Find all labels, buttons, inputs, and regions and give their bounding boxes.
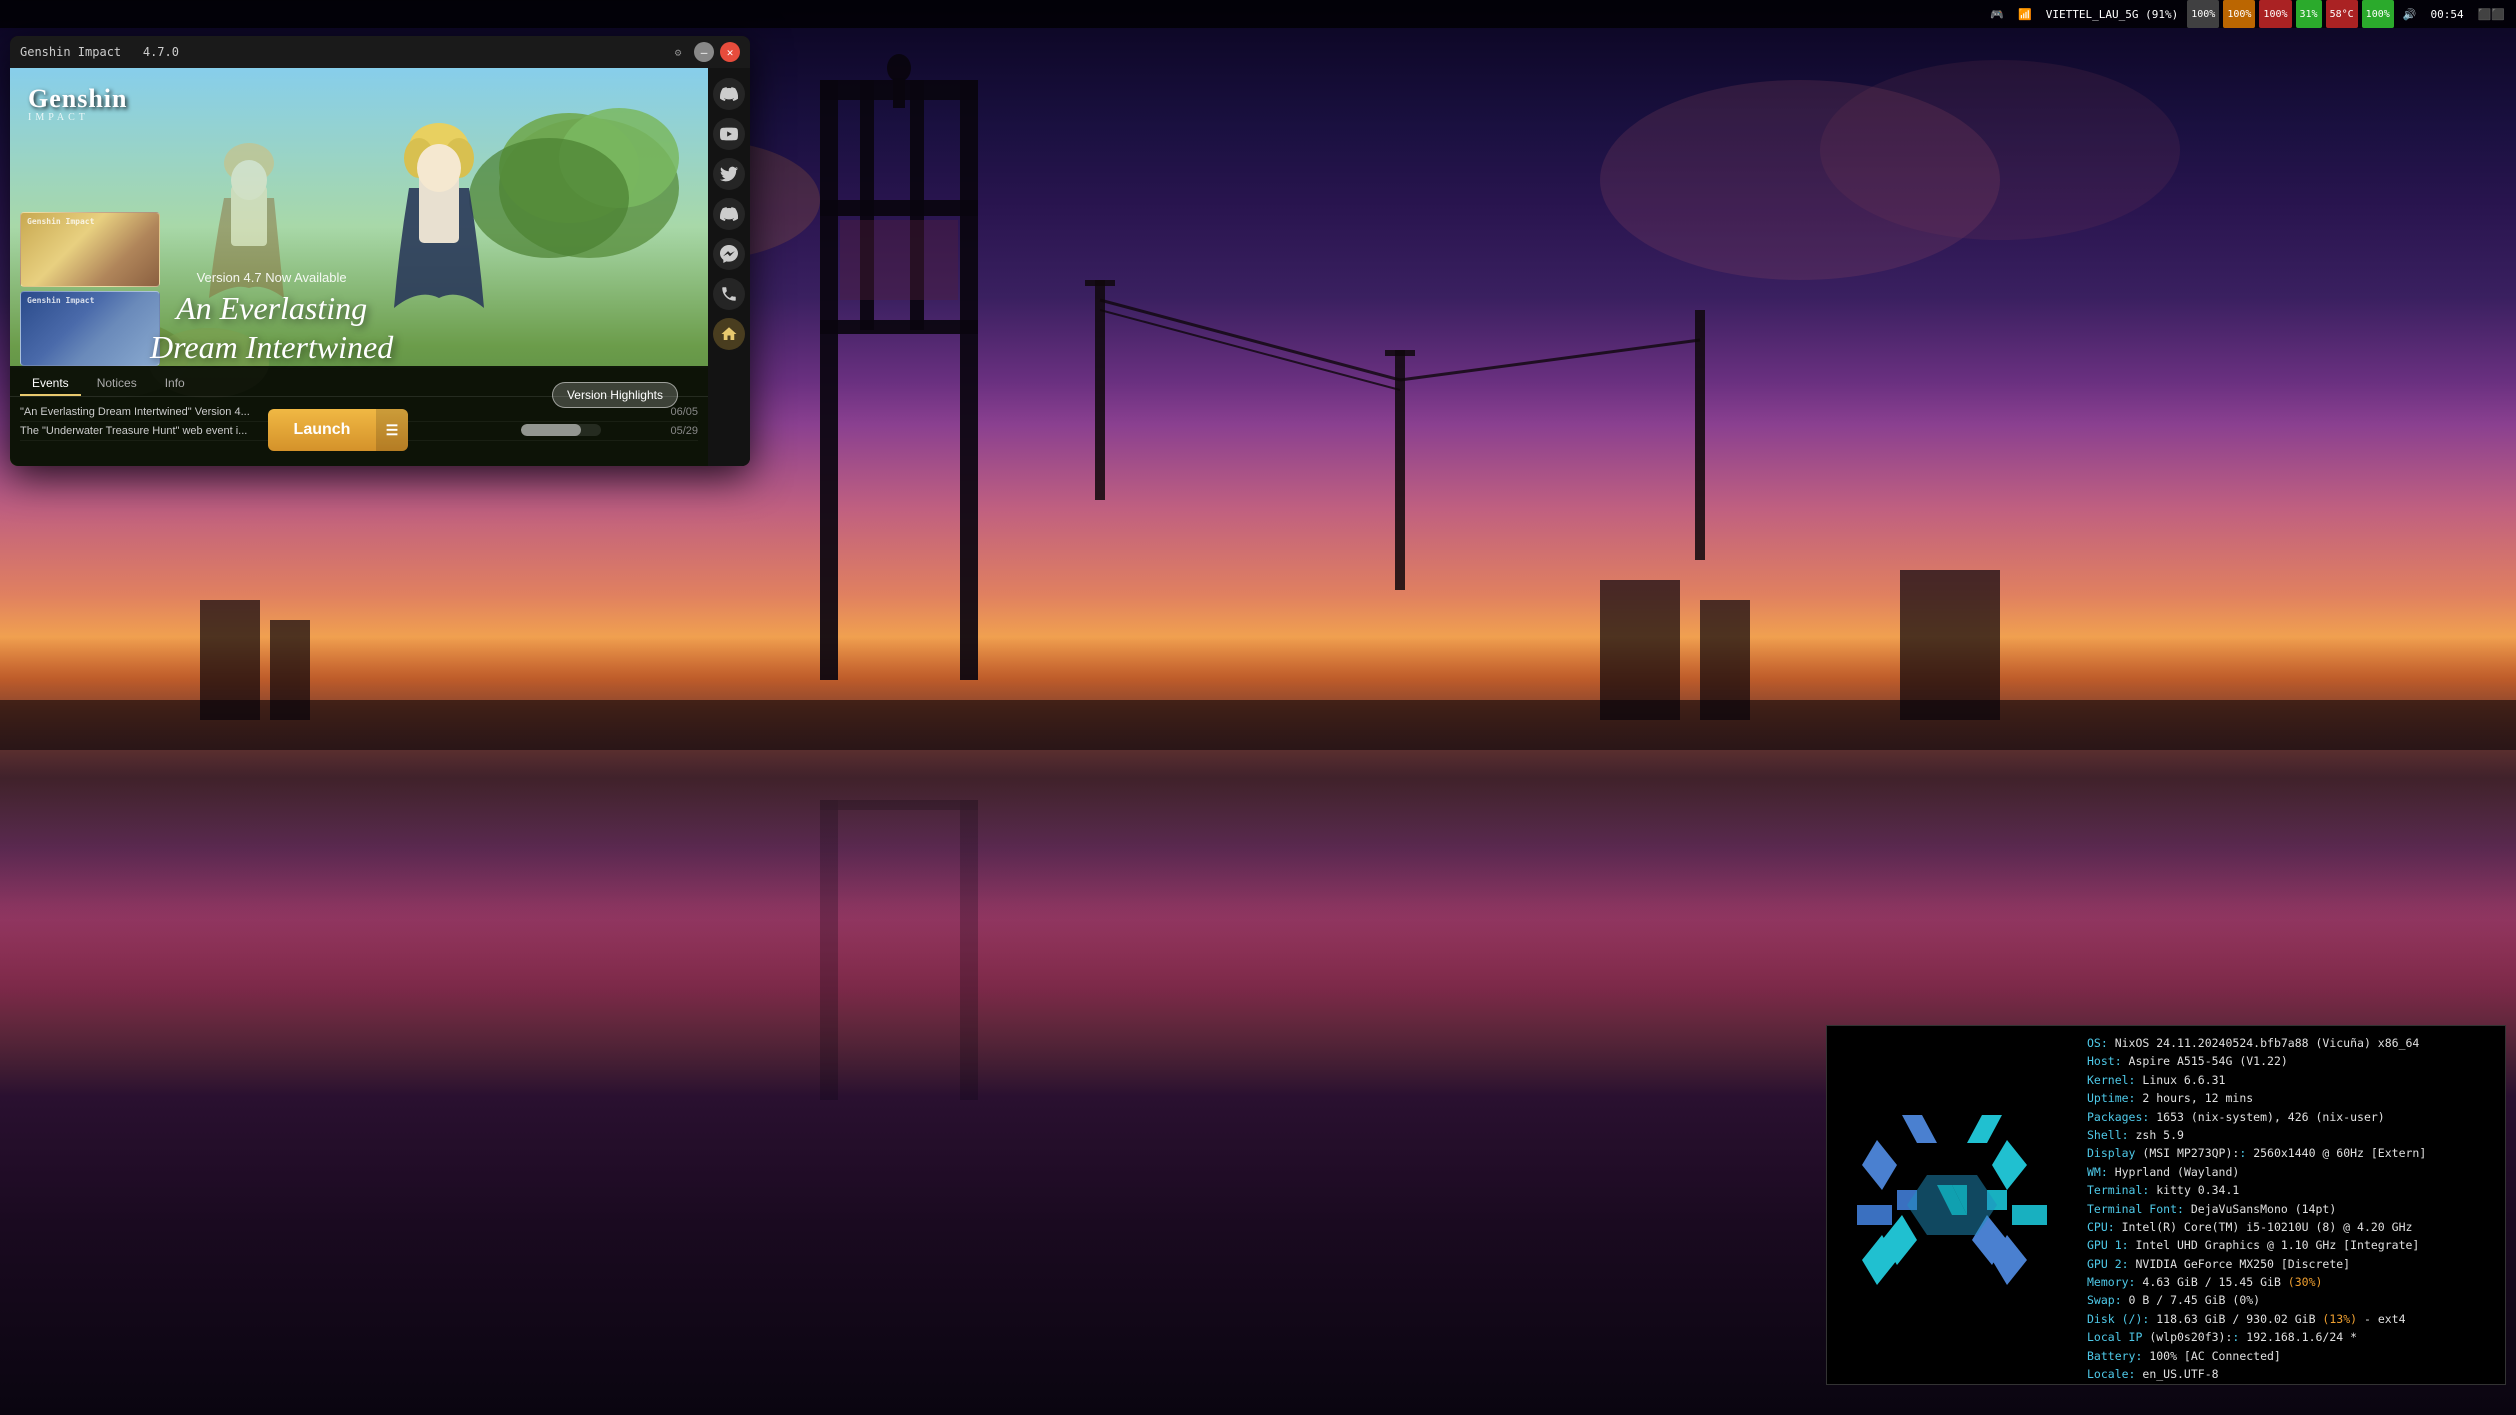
side-icons-bar xyxy=(708,68,750,466)
side-icon-twitter[interactable] xyxy=(713,158,745,190)
event-date-2: 05/29 xyxy=(670,425,698,437)
logo-main-text: Genshin xyxy=(28,86,128,112)
info-terminal: Terminal: kitty 0.34.1 xyxy=(2087,1181,2495,1199)
version-label: Version 4.7 Now Available xyxy=(150,270,393,285)
nixos-logo-svg xyxy=(1842,1095,2062,1315)
info-host: Host: Aspire A515-54G (V1.22) xyxy=(2087,1052,2495,1070)
info-disk: Disk (/): 118.63 GiB / 930.02 GiB (13%) … xyxy=(2087,1310,2495,1328)
info-terminal-font: Terminal Font: DejaVuSansMono (14pt) xyxy=(2087,1200,2495,1218)
terminal-logo xyxy=(1827,1026,2077,1384)
event-date-1: 06/05 xyxy=(670,406,698,418)
topbar-mem: 31% xyxy=(2296,0,2322,28)
launcher-content: Genshin Impact Genshin Impact Genshin Im… xyxy=(10,68,750,466)
info-swap: Swap: 0 B / 7.45 GiB (0%) xyxy=(2087,1291,2495,1309)
tab-events[interactable]: Events xyxy=(20,372,81,396)
topbar-time: 00:54 xyxy=(2425,0,2468,28)
side-icon-discord2[interactable] xyxy=(713,198,745,230)
version-banner: Version 4.7 Now Available An Everlasting… xyxy=(150,270,393,366)
info-battery: Battery: 100% [AC Connected] xyxy=(2087,1347,2495,1365)
info-uptime: Uptime: 2 hours, 12 mins xyxy=(2087,1089,2495,1107)
topbar-extra-icons: ⬛⬛ xyxy=(2473,0,2510,28)
topbar-wifi-icon: 📶 xyxy=(2013,0,2037,28)
launcher-minimize-btn[interactable]: — xyxy=(694,42,714,62)
info-gpu2: GPU 2: NVIDIA GeForce MX250 [Discrete] xyxy=(2087,1255,2495,1273)
side-icon-discord[interactable] xyxy=(713,78,745,110)
info-memory: Memory: 4.63 GiB / 15.45 GiB (30%) xyxy=(2087,1273,2495,1291)
launch-btn-area: Launch ☰ xyxy=(20,409,656,451)
info-shell: Shell: zsh 5.9 xyxy=(2087,1126,2495,1144)
topbar-sound-icon: 🔊 xyxy=(2398,0,2422,28)
hero-area: Genshin Impact Genshin Impact Genshin Im… xyxy=(10,68,708,466)
info-localip: Local IP (wlp0s20f3):: 192.168.1.6/24 * xyxy=(2087,1328,2495,1346)
thumbnail-1[interactable]: Genshin Impact xyxy=(20,212,160,287)
topbar-temp: 58°C xyxy=(2326,0,2358,28)
launch-btn-menu[interactable]: ☰ xyxy=(376,409,408,451)
info-os: OS: NixOS 24.11.20240524.bfb7a88 (Vicuña… xyxy=(2087,1034,2495,1052)
info-gpu1: GPU 1: Intel UHD Graphics @ 1.10 GHz [In… xyxy=(2087,1236,2495,1254)
genshin-logo: Genshin Impact xyxy=(28,86,128,123)
launcher-titlebar: Genshin Impact 4.7.0 ⚙ — ✕ xyxy=(10,36,750,68)
side-thumbnails: Genshin Impact Genshin Impact xyxy=(20,212,160,366)
terminal-info: OS: NixOS 24.11.20240524.bfb7a88 (Vicuña… xyxy=(2077,1026,2505,1384)
topbar-cpu1: 100% xyxy=(2187,0,2219,28)
tab-info[interactable]: Info xyxy=(153,372,197,396)
thumbnail-2[interactable]: Genshin Impact xyxy=(20,291,160,366)
topbar-cpu3: 100% xyxy=(2259,0,2291,28)
launcher-title: Genshin Impact 4.7.0 xyxy=(20,45,662,59)
version-highlights-button[interactable]: Version Highlights xyxy=(552,382,678,408)
logo-sub-text: Impact xyxy=(28,112,128,123)
info-wm: WM: Hyprland (Wayland) xyxy=(2087,1163,2495,1181)
side-icon-home[interactable] xyxy=(713,318,745,350)
launcher-settings-btn[interactable]: ⚙ xyxy=(668,42,688,62)
info-locale: Locale: en_US.UTF-8 xyxy=(2087,1365,2495,1383)
side-icon-youtube[interactable] xyxy=(713,118,745,150)
tab-notices[interactable]: Notices xyxy=(85,372,149,396)
launch-button[interactable]: Launch ☰ xyxy=(268,409,408,451)
launcher-close-btn[interactable]: ✕ xyxy=(720,42,740,62)
side-icon-phone[interactable] xyxy=(713,278,745,310)
progress-fill xyxy=(521,424,581,436)
launcher-window: Genshin Impact 4.7.0 ⚙ — ✕ xyxy=(10,36,750,466)
progress-bar xyxy=(521,424,601,436)
topbar: 🎮 📶 VIETTEL_LAU_5G (91%) 100% 100% 100% … xyxy=(0,0,2516,28)
terminal-window: OS: NixOS 24.11.20240524.bfb7a88 (Vicuña… xyxy=(1826,1025,2506,1385)
info-display: Display (MSI MP273QP):: 2560x1440 @ 60Hz… xyxy=(2087,1144,2495,1162)
topbar-cpu2: 100% xyxy=(2223,0,2255,28)
info-cpu: CPU: Intel(R) Core(TM) i5-10210U (8) @ 4… xyxy=(2087,1218,2495,1236)
topbar-appicon: 🎮 xyxy=(1985,0,2009,28)
desktop: 🎮 📶 VIETTEL_LAU_5G (91%) 100% 100% 100% … xyxy=(0,0,2516,1415)
topbar-wifi-label: VIETTEL_LAU_5G (91%) xyxy=(2041,0,2183,28)
launch-btn-label: Launch xyxy=(268,421,376,439)
info-packages: Packages: 1653 (nix-system), 426 (nix-us… xyxy=(2087,1108,2495,1126)
side-icon-messenger[interactable] xyxy=(713,238,745,270)
topbar-battery: 100% xyxy=(2362,0,2394,28)
version-title: An Everlasting Dream Intertwined xyxy=(150,289,393,366)
info-kernel: Kernel: Linux 6.6.31 xyxy=(2087,1071,2495,1089)
